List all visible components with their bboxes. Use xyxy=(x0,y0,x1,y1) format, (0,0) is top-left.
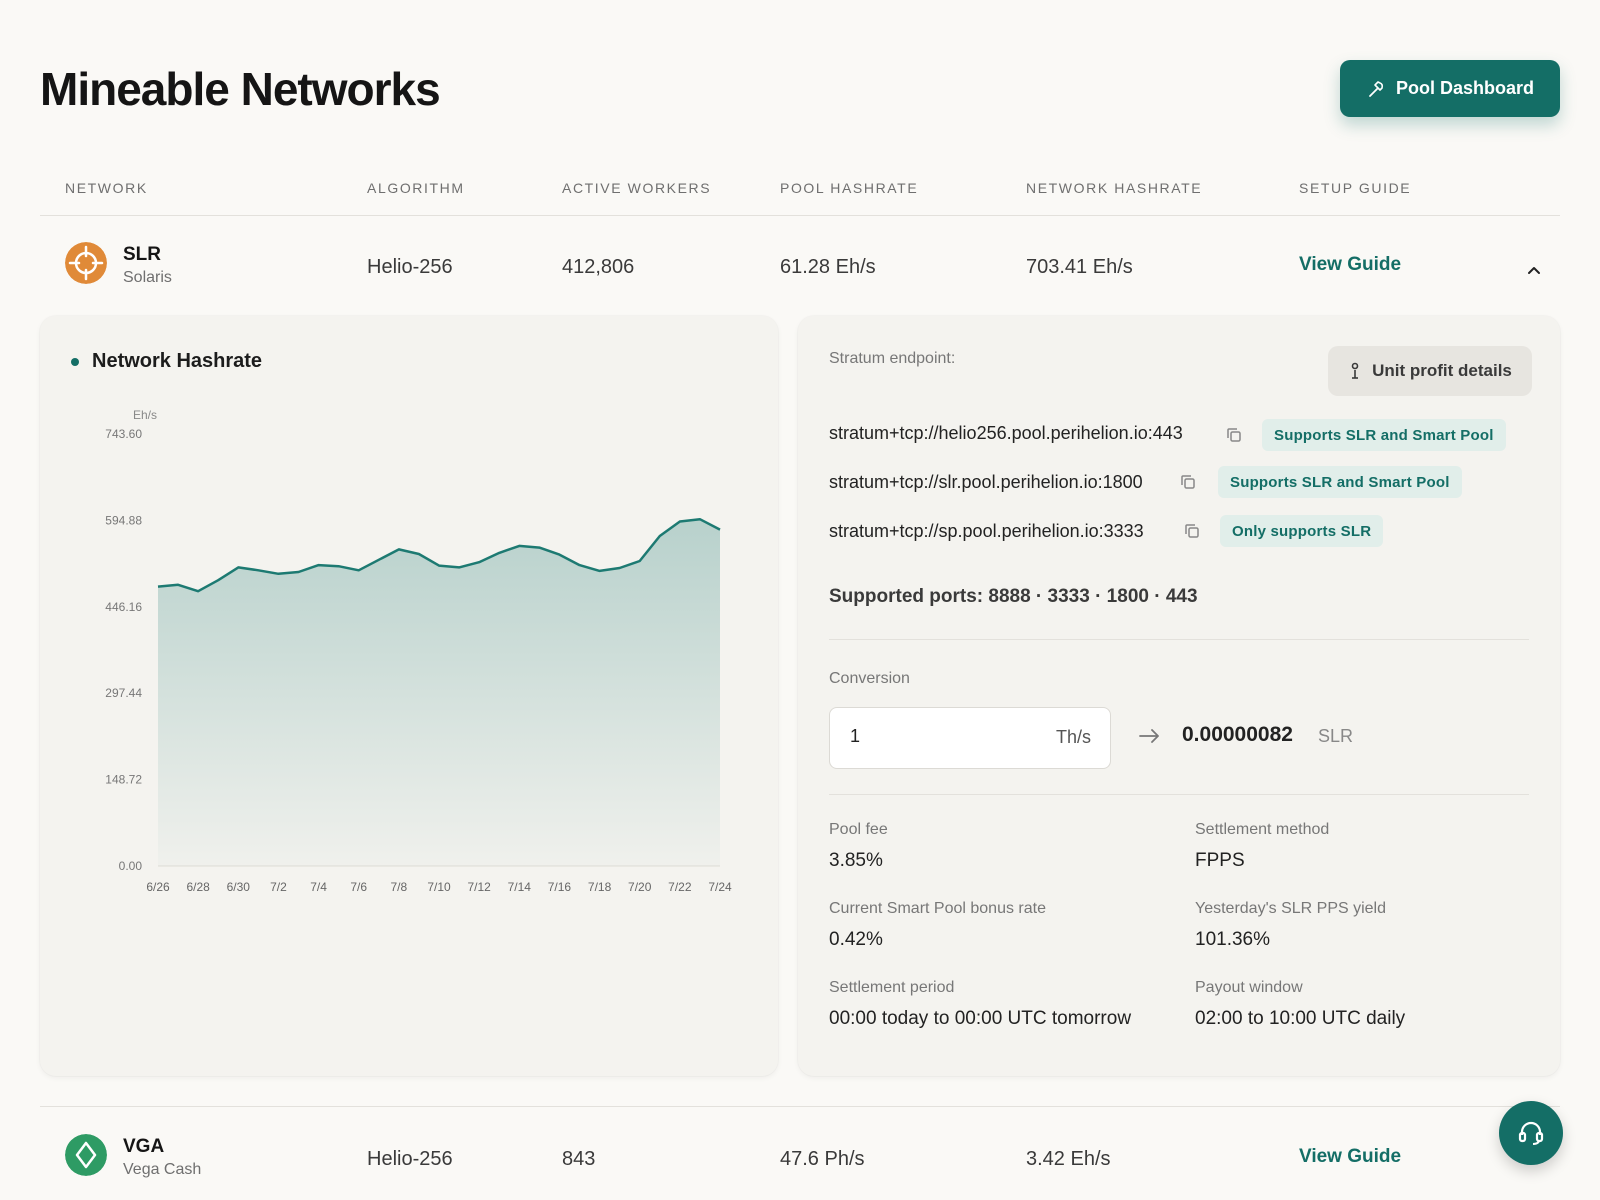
coin-symbol: VGA xyxy=(123,1136,165,1157)
hashrate-chart-panel: Network Hashrate Eh/s 743.60 594.88 446.16… xyxy=(40,316,778,1076)
x-tick-label: 7/10 xyxy=(427,880,451,894)
y-tick-label: 0.00 xyxy=(119,859,143,873)
header-network: NETWORK xyxy=(65,180,148,196)
y-axis-unit: Eh/s xyxy=(133,408,157,422)
unit-profit-details-label: Unit profit details xyxy=(1372,361,1512,380)
y-tick-label: 148.72 xyxy=(105,773,142,787)
y-tick-label: 446.16 xyxy=(105,600,142,614)
header-active-workers: ACTIVE WORKERS xyxy=(562,180,712,196)
diamond-icon xyxy=(65,1134,107,1176)
conversion-result-unit: SLR xyxy=(1318,726,1354,746)
coin-symbol: SLR xyxy=(123,244,161,265)
x-tick-label: 6/30 xyxy=(227,880,251,894)
x-tick-label: 7/8 xyxy=(391,880,408,894)
conversion-input-field[interactable]: Th/s xyxy=(829,707,1111,769)
header-network-hashrate: NETWORK HASHRATE xyxy=(1026,180,1203,196)
table-row[interactable]: SLR Solaris Helio-256 412,806 61.28 Eh/s… xyxy=(40,232,1560,302)
network-hashrate-cell: 3.42 Eh/s xyxy=(1026,1148,1111,1170)
unit-profit-details-button[interactable]: Unit profit details xyxy=(1328,346,1532,396)
x-tick-label: 7/2 xyxy=(270,880,287,894)
network-hashrate-cell: 703.41 Eh/s xyxy=(1026,256,1133,278)
x-tick-label: 6/28 xyxy=(186,880,210,894)
sun-target-icon xyxy=(65,242,107,284)
x-tick-label: 7/16 xyxy=(548,880,572,894)
arrow-right-icon xyxy=(1139,729,1159,743)
pickaxe-icon xyxy=(1369,80,1384,97)
pool-hashrate-cell: 47.6 Ph/s xyxy=(780,1148,865,1170)
y-tick-label: 297.44 xyxy=(105,686,142,700)
conversion-amount-input[interactable] xyxy=(850,726,1030,747)
headset-icon xyxy=(1518,1121,1544,1145)
view-guide-link[interactable]: View Guide xyxy=(1299,254,1401,276)
info-icon xyxy=(1351,362,1359,379)
active-workers-cell: 412,806 xyxy=(562,256,635,278)
header-pool-hashrate: POOL HASHRATE xyxy=(780,180,919,196)
x-tick-label: 7/22 xyxy=(668,880,692,894)
x-tick-label: 7/20 xyxy=(628,880,652,894)
copy-icon[interactable] xyxy=(1179,473,1197,491)
pps-yield-value: 101.36% xyxy=(1195,929,1271,950)
pool-dashboard-button[interactable]: Pool Dashboard xyxy=(1340,60,1560,117)
x-tick-label: 7/24 xyxy=(708,880,732,894)
payout-window-label: Payout window xyxy=(1195,979,1303,996)
payout-window-value: 02:00 to 10:00 UTC daily xyxy=(1195,1008,1406,1029)
x-tick-label: 7/4 xyxy=(310,880,327,894)
coin-name: Vega Cash xyxy=(123,1161,202,1178)
pool-fee-label: Pool fee xyxy=(829,821,888,838)
coin-name: Solaris xyxy=(123,269,172,286)
stratum-endpoint-url[interactable]: stratum+tcp://helio256.pool.perihelion.i… xyxy=(829,423,1183,444)
header-setup-guide: SETUP GUIDE xyxy=(1299,180,1412,196)
endpoint-support-tag: Only supports SLR xyxy=(1220,515,1384,547)
section-divider xyxy=(829,794,1529,795)
smart-pool-bonus-value: 0.42% xyxy=(829,929,883,950)
stratum-endpoint-url[interactable]: stratum+tcp://sp.pool.perihelion.io:3333 xyxy=(829,521,1144,542)
algorithm-cell: Helio-256 xyxy=(367,256,453,278)
view-guide-link[interactable]: View Guide xyxy=(1299,1146,1401,1168)
supported-ports: Supported ports: 8888 · 3333 · 1800 · 44… xyxy=(829,586,1198,607)
settlement-method-label: Settlement method xyxy=(1195,821,1330,838)
pps-yield-label: Yesterday's SLR PPS yield xyxy=(1195,900,1387,917)
conversion-label: Conversion xyxy=(829,670,910,687)
y-tick-label: 743.60 xyxy=(105,427,142,441)
smart-pool-bonus-label: Current Smart Pool bonus rate xyxy=(829,900,1046,917)
copy-icon[interactable] xyxy=(1183,522,1201,540)
endpoint-support-tag: Supports SLR and Smart Pool xyxy=(1262,419,1506,451)
stratum-label: Stratum endpoint: xyxy=(829,350,956,367)
hashrate-area-chart: Eh/s 743.60594.88446.16297.44148.720.00 … xyxy=(105,408,732,894)
copy-icon[interactable] xyxy=(1225,426,1243,444)
pool-hashrate-cell: 61.28 Eh/s xyxy=(780,256,876,278)
page-title: Mineable Networks xyxy=(40,63,441,115)
settlement-period-label: Settlement period xyxy=(829,979,955,996)
hashrate-area xyxy=(158,519,720,866)
settlement-method-value: FPPS xyxy=(1195,850,1245,871)
conversion-input-unit: Th/s xyxy=(1055,727,1091,747)
y-tick-label: 594.88 xyxy=(105,513,142,527)
active-workers-cell: 843 xyxy=(562,1148,596,1170)
header-algorithm: ALGORITHM xyxy=(367,180,465,196)
support-chat-button[interactable] xyxy=(1499,1101,1563,1165)
algorithm-cell: Helio-256 xyxy=(367,1148,453,1170)
pool-dashboard-label: Pool Dashboard xyxy=(1395,78,1534,98)
row-divider xyxy=(40,1106,1560,1107)
endpoint-support-tag: Supports SLR and Smart Pool xyxy=(1218,466,1462,498)
network-details-panel: Stratum endpoint: Unit profit details st… xyxy=(798,316,1560,1076)
chevron-up-icon[interactable] xyxy=(1524,260,1544,280)
x-tick-label: 7/12 xyxy=(467,880,491,894)
conversion-result: 0.00000082 xyxy=(1182,723,1293,746)
section-divider xyxy=(829,639,1529,640)
table-row[interactable]: VGA Vega Cash Helio-256 843 47.6 Ph/s 3.… xyxy=(40,1124,1560,1194)
pool-fee-value: 3.85% xyxy=(829,850,883,871)
x-tick-label: 6/26 xyxy=(146,880,170,894)
x-tick-label: 7/6 xyxy=(350,880,367,894)
stratum-endpoint-url[interactable]: stratum+tcp://slr.pool.perihelion.io:180… xyxy=(829,472,1143,493)
x-tick-label: 7/18 xyxy=(588,880,612,894)
x-tick-label: 7/14 xyxy=(508,880,532,894)
table-header: NETWORK ALGORITHM ACTIVE WORKERS POOL HA… xyxy=(40,168,1560,216)
settlement-period-value: 00:00 today to 00:00 UTC tomorrow xyxy=(829,1008,1132,1029)
